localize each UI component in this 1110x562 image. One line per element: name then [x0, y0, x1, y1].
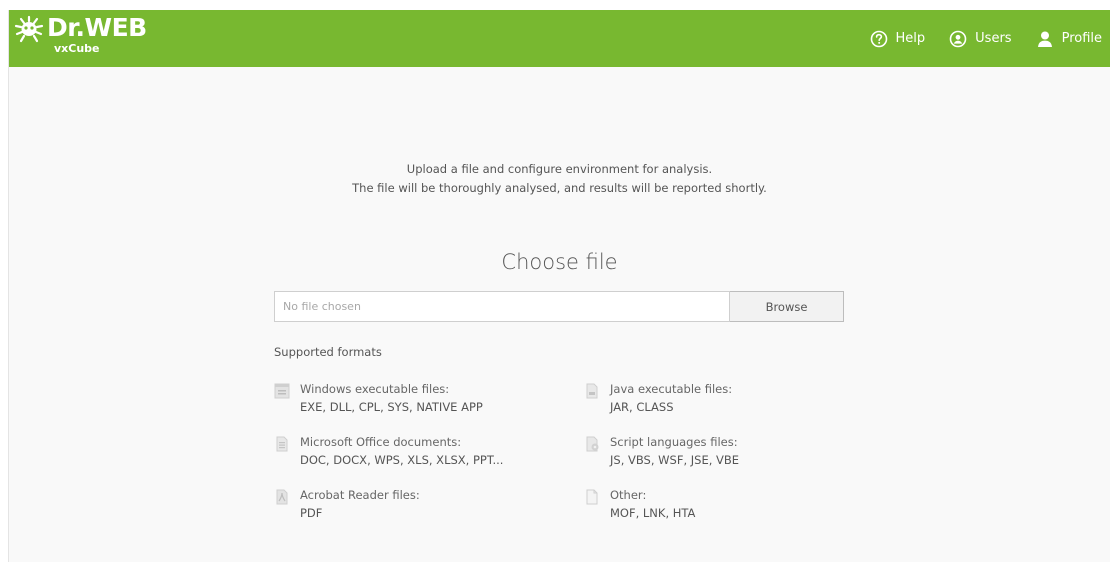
- java-file-icon: [586, 383, 598, 399]
- nav-users[interactable]: Users: [949, 30, 1012, 48]
- drweb-logo[interactable]: Dr.WEB vxCube: [9, 10, 179, 67]
- intro-line-2: The file will be thoroughly analysed, an…: [352, 181, 767, 195]
- format-extensions: MOF, LNK, HTA: [610, 506, 696, 520]
- file-path-input[interactable]: No file chosen: [274, 291, 730, 322]
- format-extensions: EXE, DLL, CPL, SYS, NATIVE APP: [300, 400, 483, 414]
- supported-formats-label: Supported formats: [274, 345, 382, 359]
- format-title: Windows executable files:: [300, 382, 450, 396]
- windows-file-icon: [274, 383, 290, 399]
- users-icon: [949, 30, 967, 47]
- script-file-icon: [586, 436, 599, 452]
- choose-file-title: Choose file: [501, 250, 618, 274]
- nav-profile-label: Profile: [1061, 31, 1102, 46]
- format-title: Acrobat Reader files:: [300, 488, 420, 502]
- intro-text: Upload a file and configure environment …: [9, 160, 1110, 198]
- browse-button[interactable]: Browse: [730, 291, 844, 322]
- format-title: Script languages files:: [610, 435, 738, 449]
- nav-users-label: Users: [975, 31, 1012, 46]
- format-title: Java executable files:: [610, 382, 733, 396]
- format-extensions: JAR, CLASS: [610, 400, 674, 414]
- logo-subtext: vxCube: [54, 42, 100, 55]
- nav-profile[interactable]: Profile: [1036, 30, 1102, 48]
- spider-logo-icon: [14, 15, 44, 43]
- app-frame: Dr.WEB vxCube Help Users Profile Upload …: [8, 10, 1110, 562]
- office-document-icon: [276, 436, 288, 452]
- file-chooser: No file chosen Browse: [274, 291, 844, 322]
- pdf-file-icon: [276, 489, 288, 505]
- logo-text: Dr.WEB: [47, 13, 147, 42]
- intro-line-1: Upload a file and configure environment …: [406, 162, 713, 176]
- format-extensions: PDF: [300, 506, 323, 520]
- nav-help-label: Help: [895, 31, 926, 46]
- format-extensions: DOC, DOCX, WPS, XLS, XLSX, PPT...: [300, 453, 504, 467]
- nav-help[interactable]: Help: [870, 30, 926, 48]
- format-title: Microsoft Office documents:: [300, 435, 462, 449]
- profile-icon: [1037, 31, 1052, 47]
- generic-file-icon: [586, 489, 598, 505]
- format-title: Other:: [610, 488, 647, 502]
- top-bar: Dr.WEB vxCube Help Users Profile: [9, 10, 1110, 67]
- format-extensions: JS, VBS, WSF, JSE, VBE: [610, 453, 740, 467]
- help-circle-icon: [870, 30, 887, 47]
- top-nav: Help Users Profile: [870, 10, 1110, 67]
